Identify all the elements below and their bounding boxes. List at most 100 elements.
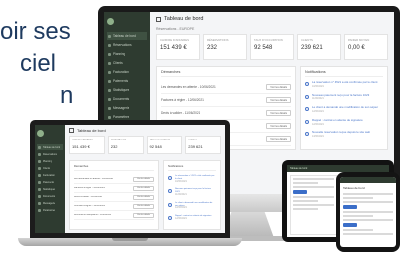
sidebar-item[interactable]: Messagerie	[37, 200, 63, 206]
sidebar-item[interactable]: Tableau de bord	[37, 144, 63, 150]
sidebar-item[interactable]: Statistiques	[37, 186, 63, 192]
kpi-label: TAUX D'OCCUPATION	[149, 139, 171, 141]
phone-body: Tableau de bord	[340, 183, 396, 240]
task-action-button[interactable]: Voir les détails	[266, 136, 291, 142]
sidebar-item-icon	[38, 159, 41, 163]
notification-date: 11/06/2021	[175, 192, 187, 196]
app-logo	[107, 16, 147, 26]
task-text: Les demandes en attente - 10/06/2021	[74, 178, 114, 180]
sidebar-item[interactable]: Messagerie	[107, 104, 147, 112]
tablet-title: Tableau de bord	[290, 167, 308, 170]
task-text: Documents manquants - 13/06/2021	[74, 214, 112, 216]
sidebar-item[interactable]: Réservations	[107, 41, 147, 49]
kpi-value: 151 439 €	[160, 45, 187, 51]
laptop-logo	[37, 128, 63, 138]
task-row: Les demandes en attente - 10/06/2021 Voir…	[161, 81, 291, 94]
info-icon	[305, 82, 309, 86]
phone-title: Tableau de bord	[343, 186, 365, 190]
kpi-value: 232	[110, 144, 118, 149]
task-text: Factures à régler - 12/06/2021	[74, 187, 105, 189]
laptop-main: Tableau de bord CHIFFRE D'AFFAIRES 151 43…	[65, 125, 225, 233]
info-icon	[305, 107, 309, 112]
task-text: Devis à valider - 11/06/2021	[161, 111, 201, 115]
task-action-button[interactable]: Voir les détails	[133, 194, 154, 200]
kpi-value: 92 548	[149, 144, 162, 149]
notification-body: Rappel : contrat en attente de signature…	[312, 117, 363, 127]
notification-item[interactable]: La réservation n° 4521 a été confirmée p…	[168, 175, 216, 183]
sidebar-item-label: Paiements	[113, 79, 129, 83]
sidebar-item[interactable]: Tableau de bord	[107, 32, 147, 40]
sidebar-item-icon	[108, 79, 111, 83]
phone-secondary-button[interactable]	[343, 223, 357, 227]
notification-body: Le client a demandé une modification de …	[312, 105, 379, 114]
task-action-button[interactable]: Voir les détails	[266, 110, 291, 116]
logo-icon	[107, 17, 114, 25]
notification-item[interactable]: Le client a demandé une modification de …	[168, 202, 216, 210]
tablet-primary-button[interactable]	[293, 190, 307, 194]
kpi-card: CHIFFRE D'AFFAIRES 151 439 €	[156, 34, 200, 60]
tablet-topbar: Tableau de bord	[287, 165, 389, 172]
task-action-button[interactable]: Voir les détails	[133, 203, 154, 209]
notification-item[interactable]: Rappel : contrat en attente de signature…	[168, 215, 216, 221]
notification-item[interactable]: Nouveau paiement reçu pour la facture 10…	[305, 93, 383, 102]
notification-date: 11/06/2021	[312, 97, 324, 101]
page-subtitle: Réservations - EUROPE	[156, 27, 195, 31]
sidebar-item-label: Documents	[113, 97, 130, 101]
laptop-tasks-list: Les demandes en attente - 10/06/2021 Voir…	[74, 175, 154, 220]
sidebar-item-icon	[108, 106, 111, 110]
laptop-notch	[112, 238, 148, 241]
notification-item[interactable]: Nouveau paiement reçu pour la facture 10…	[168, 188, 216, 196]
sidebar-item[interactable]: Statistiques	[107, 86, 147, 94]
laptop-notifications-title: Notifications	[168, 164, 216, 171]
kpi-value: 92 548	[254, 45, 273, 51]
notification-body: Le client a demandé une modification de …	[175, 202, 216, 210]
notification-item[interactable]: Nouvelle réservation reçue depuis le sit…	[305, 130, 383, 139]
side-text-line-3: n	[60, 82, 74, 109]
sidebar-item[interactable]: Paiements	[107, 77, 147, 85]
sidebar-item[interactable]: Planning	[107, 50, 147, 58]
phone-primary-button[interactable]	[343, 205, 357, 209]
task-text: Devis à valider - 11/06/2021	[74, 196, 103, 198]
kpi-label: PANIER MOYEN	[348, 38, 370, 42]
notification-item[interactable]: Rappel : contrat en attente de signature…	[305, 117, 383, 127]
kpi-row: CHIFFRE D'AFFAIRES 151 439 € RÉSERVATIONS 2…	[156, 34, 388, 60]
sidebar-item[interactable]: Clients	[107, 59, 147, 67]
task-row: Factures à régler - 12/06/2021 Voir les d…	[74, 184, 154, 193]
task-action-button[interactable]: Voir les détails	[133, 185, 154, 191]
sidebar-item-icon	[108, 43, 111, 47]
sidebar-item[interactable]: Facturation	[37, 172, 63, 178]
sidebar-item-icon	[38, 194, 41, 198]
task-action-button[interactable]: Voir les détails	[266, 123, 291, 129]
sidebar-item[interactable]: Réservations	[37, 151, 63, 157]
info-icon	[305, 132, 309, 137]
sidebar-item[interactable]: Facturation	[107, 68, 147, 76]
notification-item[interactable]: Le client a demandé une modification de …	[305, 105, 383, 114]
task-action-button[interactable]: Voir les détails	[133, 212, 154, 218]
notification-body: Rappel : contrat en attente de signature…	[175, 215, 212, 221]
task-row: Devis à valider - 11/06/2021 Voir les dét…	[74, 193, 154, 202]
sidebar-item-label: Statistiques	[113, 88, 130, 92]
laptop-page-title-text: Tableau de bord	[77, 128, 106, 133]
notification-text: Rappel : contrat en attente de signature	[312, 117, 363, 122]
notification-text: Le client a demandé une modification de …	[312, 105, 379, 110]
laptop-notifications-list: La réservation n° 4521 a été confirmée p…	[168, 175, 216, 221]
task-row: Les demandes en attente - 10/06/2021 Voir…	[74, 175, 154, 184]
sidebar-item[interactable]: Clients	[37, 165, 63, 171]
sidebar-item-label: Clients	[113, 61, 123, 65]
home-icon[interactable]	[69, 128, 74, 133]
sidebar-item[interactable]: Paramètres	[37, 207, 63, 213]
sidebar-item-label: Réservations	[113, 43, 132, 47]
sidebar-item-icon	[38, 145, 41, 149]
sidebar-item[interactable]: Documents	[107, 95, 147, 103]
notification-item[interactable]: La réservation n° 4521 a été confirmée p…	[305, 80, 383, 89]
tablet-card	[290, 175, 337, 235]
task-action-button[interactable]: Voir les détails	[266, 97, 291, 103]
sidebar-item[interactable]: Documents	[37, 193, 63, 199]
task-text: Contrats à signer - 12/06/2021	[74, 205, 106, 207]
sidebar-item[interactable]: Planning	[37, 158, 63, 164]
sidebar-item-label: Tableau de bord	[43, 145, 61, 149]
task-action-button[interactable]: Voir les détails	[133, 176, 154, 182]
task-action-button[interactable]: Voir les détails	[266, 84, 291, 90]
home-icon[interactable]	[156, 16, 161, 22]
sidebar-item[interactable]: Paiements	[37, 179, 63, 185]
